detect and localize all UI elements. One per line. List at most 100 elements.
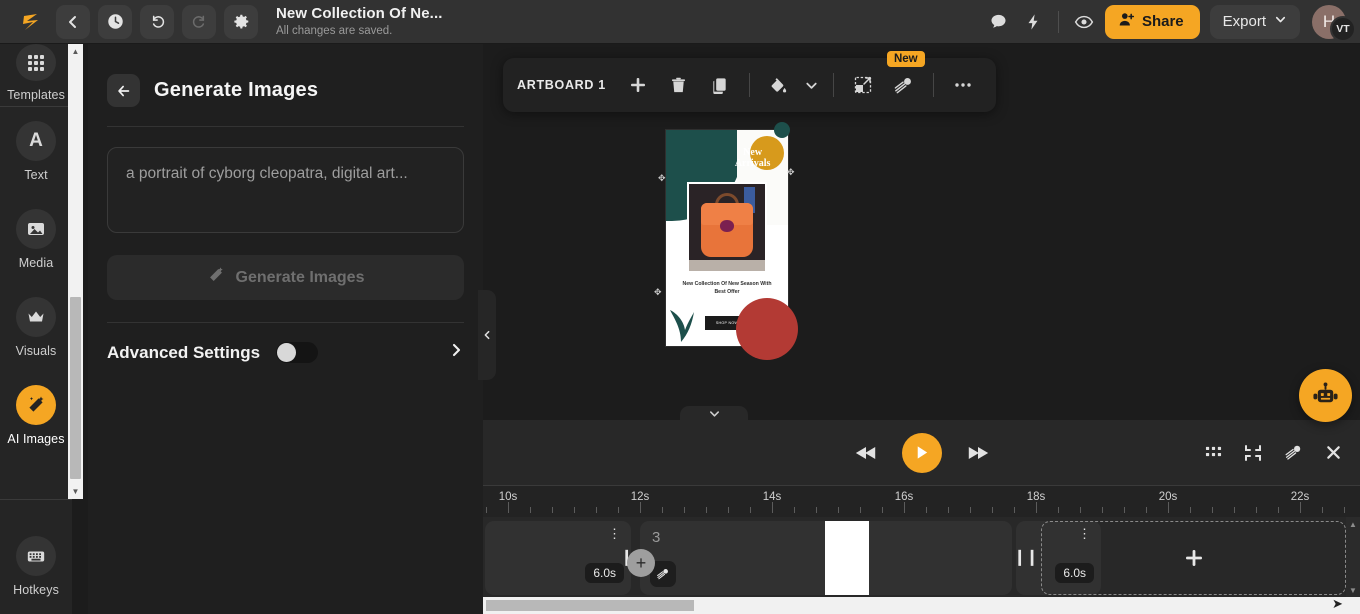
grid-view-button[interactable] [1205, 444, 1222, 461]
sidebar-item-visuals[interactable]: Visuals [0, 283, 72, 371]
handle-bottom-left[interactable]: ✥ [654, 288, 663, 297]
advanced-settings-row[interactable]: Advanced Settings [107, 323, 464, 364]
clip-duration: 6.0s [585, 563, 624, 583]
prompt-input[interactable]: a portrait of cyborg cleopatra, digital … [107, 147, 464, 233]
ruler-major-tick [904, 502, 905, 513]
scroll-up-arrow[interactable]: ▲ [1346, 517, 1360, 531]
sidebar-item-text[interactable]: A Text [0, 107, 72, 195]
ruler-minor-tick [1190, 507, 1191, 513]
scrollbar-thumb[interactable] [70, 297, 81, 479]
generate-images-button[interactable]: Generate Images [107, 255, 464, 300]
timeline-collapse-handle[interactable] [680, 406, 748, 421]
ruler-minor-tick [684, 507, 685, 513]
document-title-block: New Collection Of Ne... All changes are … [276, 5, 443, 39]
ruler-minor-tick [1322, 507, 1323, 513]
brand-logo[interactable] [14, 11, 48, 33]
add-artboard-button[interactable] [619, 66, 657, 104]
redo-button[interactable] [182, 5, 216, 39]
scroll-down-arrow[interactable]: ▼ [68, 484, 83, 499]
rewind-button[interactable] [854, 443, 878, 463]
design-heading: New Arrivals [720, 147, 786, 169]
generate-button-label: Generate Images [236, 269, 365, 287]
play-button[interactable] [902, 433, 942, 473]
sidebar-item-hotkeys[interactable]: Hotkeys [0, 522, 72, 610]
artboard-canvas[interactable]: New Arrivals New Collection Of New Seaso… [666, 130, 788, 346]
hscrollbar-thumb[interactable] [486, 600, 694, 611]
ruler-minor-tick [1234, 507, 1235, 513]
fill-chevron-button[interactable] [801, 66, 823, 104]
clip-thumbnail [825, 521, 869, 595]
scroll-up-arrow[interactable]: ▲ [68, 44, 83, 59]
chevron-down-icon [1274, 13, 1287, 30]
panel-collapse-button[interactable] [478, 290, 496, 380]
lightning-button[interactable] [1016, 5, 1050, 39]
ruler-minor-tick [1102, 507, 1103, 513]
comment-button[interactable] [982, 5, 1016, 39]
ruler-minor-tick [706, 507, 707, 513]
fit-screen-button[interactable] [1244, 444, 1262, 462]
sidebar-label-hotkeys: Hotkeys [13, 583, 59, 597]
export-button[interactable]: Export [1210, 5, 1300, 39]
artboard-toolbar: ARTBOARD 1 New [503, 58, 996, 112]
ai-assistant-button[interactable] [1299, 369, 1352, 422]
add-scene-button[interactable] [1041, 521, 1346, 595]
preview-button[interactable] [1067, 5, 1101, 39]
keyboard-icon [16, 536, 56, 576]
sidebar-label-visuals: Visuals [16, 344, 57, 358]
insert-clip-button[interactable]: + [627, 549, 655, 577]
resize-artboard-button[interactable] [844, 66, 882, 104]
ruler-minor-tick [948, 507, 949, 513]
timeline-magic-button[interactable] [1284, 443, 1303, 462]
canvas-area[interactable]: ARTBOARD 1 New [483, 44, 1360, 420]
share-button[interactable]: Share [1105, 5, 1200, 39]
mouse-cursor: ➤ [1332, 596, 1343, 612]
user-menu[interactable]: H VT [1312, 2, 1352, 42]
design-heading-line1: New [743, 147, 762, 158]
advanced-settings-toggle[interactable] [276, 342, 318, 363]
sidebar-bottom: Hotkeys [0, 500, 72, 614]
close-timeline-button[interactable] [1325, 444, 1342, 461]
history-button[interactable] [98, 5, 132, 39]
chevron-right-icon[interactable] [448, 341, 464, 364]
settings-button[interactable] [224, 5, 258, 39]
sidebar-item-ai-images[interactable]: AI Images [0, 371, 72, 459]
ruler-minor-tick [970, 507, 971, 513]
delete-artboard-button[interactable] [660, 66, 698, 104]
fill-color-button[interactable] [760, 66, 798, 104]
timeline-tracks[interactable]: ⋮ 6.0s ❙❙ + 3 ⋮ 6.0s ❙❙ [483, 517, 1360, 597]
clip-resize-grip[interactable]: ❙❙ [1013, 547, 1038, 567]
panel-back-button[interactable] [107, 74, 140, 107]
more-options-button[interactable] [944, 66, 982, 104]
clip-number: 3 [652, 529, 660, 546]
ruler-minor-tick [618, 507, 619, 513]
duplicate-artboard-button[interactable] [701, 66, 739, 104]
ruler-minor-tick [838, 507, 839, 513]
advanced-settings-label: Advanced Settings [107, 343, 260, 363]
sidebar-item-media[interactable]: Media [0, 195, 72, 283]
app-root: New Collection Of Ne... All changes are … [0, 0, 1360, 614]
timeline-clip[interactable]: 3 [640, 521, 1012, 595]
ruler-major-tick [1168, 502, 1169, 513]
person-add-icon [1118, 11, 1135, 32]
ruler-minor-tick [1256, 507, 1257, 513]
scroll-down-arrow[interactable]: ▼ [1346, 583, 1360, 597]
ruler-minor-tick [728, 507, 729, 513]
design-body-text: New Collection Of New Season With Best O… [681, 281, 774, 296]
ruler-minor-tick [1124, 507, 1125, 513]
undo-button[interactable] [140, 5, 174, 39]
timeline-ruler[interactable]: 10s 12s 14s 16s 18s 20s 22s [483, 485, 1360, 517]
handle-right[interactable]: ✥ [787, 168, 796, 177]
fast-forward-button[interactable] [966, 443, 990, 463]
ruler-minor-tick [1212, 507, 1213, 513]
sidebar-scrollbar[interactable]: ▲ ▼ [68, 44, 83, 499]
timeline-horizontal-scrollbar[interactable] [483, 597, 1360, 614]
back-button[interactable] [56, 5, 90, 39]
magic-artboard-button[interactable]: New [885, 66, 923, 104]
handle-left[interactable]: ✥ [658, 174, 667, 183]
design-product-photo [687, 182, 768, 273]
timeline-clip[interactable]: ⋮ 6.0s [485, 521, 631, 595]
sidebar-label-text: Text [24, 168, 47, 182]
sidebar-item-templates[interactable]: Templates [0, 44, 72, 106]
timeline-vertical-scrollbar[interactable]: ▲ ▼ [1346, 517, 1360, 597]
kebab-menu-icon[interactable]: ⋮ [608, 531, 621, 536]
